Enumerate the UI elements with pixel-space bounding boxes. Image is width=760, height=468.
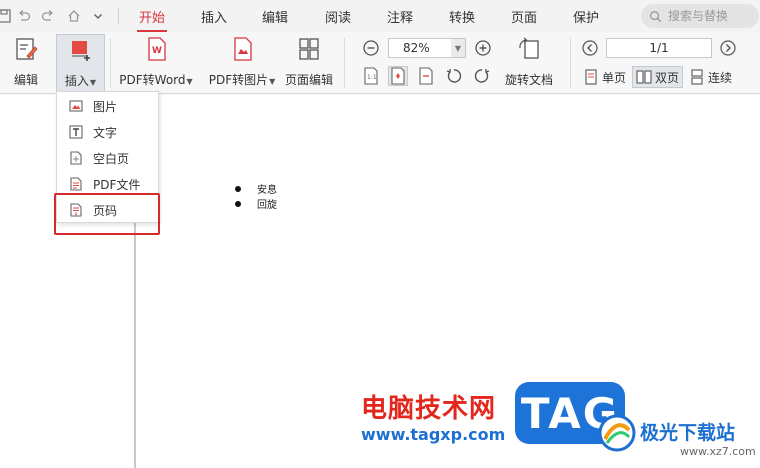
rotate-document-icon bbox=[514, 34, 544, 64]
redo-icon[interactable] bbox=[40, 8, 56, 24]
chevron-down-icon: ▼ bbox=[186, 77, 193, 86]
page-indicator: 1/1 bbox=[649, 41, 669, 55]
list-item-text: 安息 bbox=[257, 185, 277, 196]
menu-item-label: 空白页 bbox=[93, 151, 130, 166]
menu-item-blank-page[interactable]: 空白页 bbox=[57, 146, 158, 170]
svg-text:1:1: 1:1 bbox=[367, 74, 377, 81]
watermark-brand: 电脑技术网 bbox=[361, 394, 497, 424]
pdf-to-image-label-wrap: PDF转图片▼ bbox=[209, 71, 276, 88]
undo-icon[interactable] bbox=[16, 8, 32, 24]
watermark-site-url: www.xz7.com bbox=[680, 445, 756, 458]
list-item: 回旋 bbox=[235, 196, 277, 211]
edit-document-icon bbox=[11, 34, 41, 64]
image-icon bbox=[69, 100, 83, 112]
menu-item-image[interactable]: 图片 bbox=[57, 94, 158, 118]
double-page-icon bbox=[636, 70, 652, 84]
fit-width-icon[interactable] bbox=[416, 66, 436, 86]
blank-page-icon bbox=[70, 151, 82, 165]
tab-page[interactable]: 页面 bbox=[511, 7, 537, 26]
zoom-out-icon[interactable] bbox=[361, 38, 381, 58]
chevron-down-icon[interactable]: ▼ bbox=[451, 39, 465, 57]
pdf-file-icon bbox=[70, 177, 82, 191]
tab-edit[interactable]: 编辑 bbox=[262, 7, 288, 26]
save-icon[interactable] bbox=[0, 8, 12, 24]
bullet-icon bbox=[235, 185, 241, 192]
pdf-to-image-label: PDF转图片 bbox=[208, 73, 269, 87]
edit-button[interactable]: 编辑 bbox=[8, 34, 44, 88]
pdf-to-image-button[interactable]: PDF转图片▼ bbox=[208, 34, 276, 88]
tab-annotate[interactable]: 注释 bbox=[387, 7, 413, 26]
pdf-to-word-label: PDF转Word bbox=[119, 73, 186, 87]
fit-page-icon[interactable] bbox=[388, 66, 408, 86]
zoom-select[interactable]: 82% ▼ bbox=[388, 38, 466, 58]
ribbon-toolbar: 编辑 插入▼ W PDF转Word▼ PDF转图片▼ 页面编辑 82% ▼ 1:… bbox=[0, 32, 760, 94]
menu-item-text[interactable]: 文字 bbox=[57, 120, 158, 144]
edit-label: 编辑 bbox=[13, 73, 38, 87]
menu-item-label: PDF文件 bbox=[93, 177, 141, 192]
insert-button[interactable]: 插入▼ bbox=[56, 34, 105, 92]
zoom-in-icon[interactable] bbox=[473, 38, 493, 58]
menu-tab-bar: 开始 插入 编辑 阅读 注释 转换 页面 保护 bbox=[0, 0, 760, 32]
image-file-icon bbox=[227, 34, 257, 64]
svg-text:W: W bbox=[152, 46, 162, 56]
page-number-input[interactable]: 1/1 bbox=[606, 38, 712, 58]
bullet-icon bbox=[235, 200, 241, 207]
single-page-button[interactable]: 单页 bbox=[580, 66, 629, 88]
rotate-document-button[interactable]: 旋转文档 bbox=[504, 34, 554, 88]
quick-access-dropdown-icon[interactable] bbox=[90, 8, 106, 24]
search-icon bbox=[650, 10, 662, 22]
page-grid-icon bbox=[294, 34, 324, 64]
word-file-icon: W bbox=[141, 34, 171, 64]
toolbar-divider bbox=[118, 8, 119, 24]
rotate-document-label: 旋转文档 bbox=[504, 73, 553, 87]
continuous-page-icon bbox=[691, 69, 703, 85]
search-input[interactable] bbox=[668, 9, 748, 23]
tab-convert[interactable]: 转换 bbox=[449, 7, 475, 26]
page-edit-button[interactable]: 页面编辑 bbox=[284, 34, 334, 88]
actual-size-icon[interactable]: 1:1 bbox=[361, 66, 381, 86]
menu-item-label: 文字 bbox=[93, 125, 118, 140]
watermark-url: www.tagxp.com bbox=[361, 425, 506, 444]
ribbon-divider bbox=[110, 38, 111, 88]
insert-label-wrap: 插入▼ bbox=[65, 72, 96, 89]
tab-insert[interactable]: 插入 bbox=[201, 7, 227, 26]
tab-protect[interactable]: 保护 bbox=[573, 7, 599, 26]
double-page-label: 双页 bbox=[655, 70, 680, 85]
chevron-down-icon: ▼ bbox=[269, 77, 276, 86]
search-box[interactable] bbox=[641, 4, 759, 28]
rotate-left-icon[interactable] bbox=[444, 66, 464, 86]
next-page-icon[interactable] bbox=[718, 38, 738, 58]
single-page-label: 单页 bbox=[602, 70, 627, 85]
previous-page-icon[interactable] bbox=[580, 38, 600, 58]
chevron-down-icon: ▼ bbox=[89, 78, 97, 87]
insert-label: 插入 bbox=[64, 74, 89, 88]
tab-start[interactable]: 开始 bbox=[136, 7, 168, 32]
ribbon-divider bbox=[344, 38, 345, 88]
rotate-right-icon[interactable] bbox=[472, 66, 492, 86]
home-icon[interactable] bbox=[66, 8, 82, 24]
continuous-label: 连续 bbox=[708, 70, 733, 85]
pdf-to-word-label-wrap: PDF转Word▼ bbox=[119, 71, 192, 88]
text-icon bbox=[69, 125, 83, 139]
pdf-to-word-button[interactable]: W PDF转Word▼ bbox=[118, 34, 194, 88]
highlight-box bbox=[54, 193, 160, 235]
aurora-logo-icon bbox=[598, 414, 636, 452]
page-edit-label: 页面编辑 bbox=[284, 73, 333, 87]
menu-item-label: 图片 bbox=[93, 99, 118, 114]
tab-read[interactable]: 阅读 bbox=[325, 7, 351, 26]
zoom-value: 82% bbox=[403, 41, 430, 55]
single-page-icon bbox=[585, 69, 597, 85]
insert-icon bbox=[66, 35, 96, 65]
continuous-button[interactable]: 连续 bbox=[686, 66, 735, 88]
ribbon-divider bbox=[570, 38, 571, 88]
list-item-text: 回旋 bbox=[257, 200, 277, 211]
double-page-button[interactable]: 双页 bbox=[632, 66, 684, 88]
watermark-site-name: 极光下载站 bbox=[640, 422, 736, 444]
list-item: 安息 bbox=[235, 181, 277, 196]
